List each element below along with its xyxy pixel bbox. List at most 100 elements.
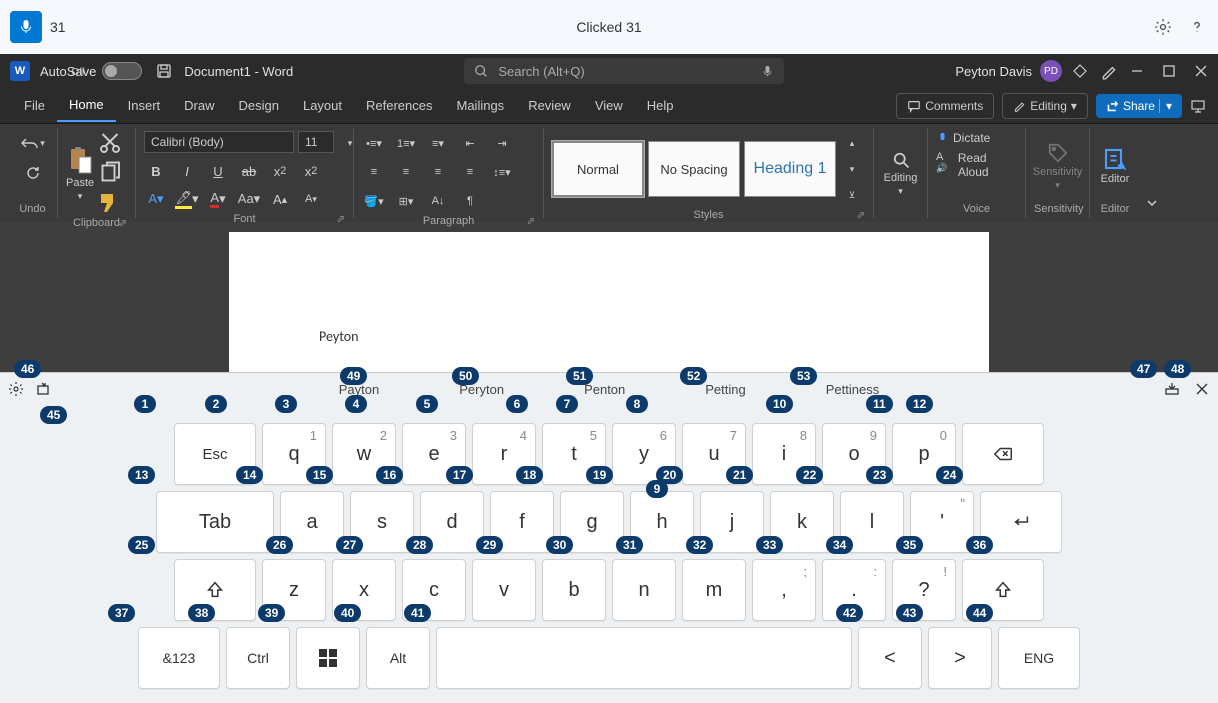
tab-insert[interactable]: Insert bbox=[116, 90, 173, 121]
cut-icon[interactable] bbox=[98, 131, 122, 155]
font-name-select[interactable] bbox=[144, 131, 294, 153]
key-question[interactable]: ?! bbox=[892, 559, 956, 621]
key-t[interactable]: t5 bbox=[542, 423, 606, 485]
key-d[interactable]: d bbox=[420, 491, 484, 553]
style-no-spacing[interactable]: No Spacing bbox=[648, 141, 740, 197]
tab-file[interactable]: File bbox=[12, 90, 57, 121]
italic-button[interactable]: I bbox=[175, 159, 199, 183]
key-ctrl[interactable]: Ctrl bbox=[226, 627, 290, 689]
editing-button[interactable]: Editing ▾ bbox=[882, 131, 919, 215]
text-effects-button[interactable]: A▾ bbox=[144, 187, 168, 211]
comments-button[interactable]: Comments bbox=[896, 93, 994, 119]
editor-button[interactable]: Editor bbox=[1098, 131, 1132, 201]
decrease-indent-button[interactable]: ⇤ bbox=[458, 131, 482, 155]
key-apostrophe[interactable]: '" bbox=[910, 491, 974, 553]
key-alt[interactable]: Alt bbox=[366, 627, 430, 689]
numbering-button[interactable]: 1≡▾ bbox=[394, 131, 418, 155]
dictate-button[interactable]: Dictate bbox=[936, 131, 990, 145]
share-button[interactable]: Share ▾ bbox=[1096, 94, 1182, 118]
key-l[interactable]: l bbox=[840, 491, 904, 553]
show-marks-button[interactable]: ¶ bbox=[458, 189, 482, 213]
tab-home[interactable]: Home bbox=[57, 89, 116, 122]
align-right-button[interactable]: ≡ bbox=[426, 160, 450, 184]
key-y[interactable]: y6 bbox=[612, 423, 676, 485]
microphone-button[interactable] bbox=[10, 11, 42, 43]
key-q[interactable]: q1 bbox=[262, 423, 326, 485]
autosave-toggle[interactable]: AutoSave Off bbox=[40, 62, 142, 80]
tab-draw[interactable]: Draw bbox=[172, 90, 226, 121]
format-painter-icon[interactable] bbox=[98, 191, 122, 215]
tab-review[interactable]: Review bbox=[516, 90, 583, 121]
bullets-button[interactable]: •≡▾ bbox=[362, 131, 386, 155]
underline-button[interactable]: U bbox=[206, 159, 230, 183]
key-z[interactable]: z bbox=[262, 559, 326, 621]
key-enter[interactable] bbox=[980, 491, 1062, 553]
suggestion-1[interactable]: Payton bbox=[339, 382, 379, 397]
bold-button[interactable]: B bbox=[144, 159, 168, 183]
font-color-button[interactable]: A▾ bbox=[206, 187, 230, 211]
pen-icon[interactable] bbox=[1100, 62, 1118, 80]
key-j[interactable]: j bbox=[700, 491, 764, 553]
strikethrough-button[interactable]: ab bbox=[237, 159, 261, 183]
suggestion-4[interactable]: Petting bbox=[705, 382, 745, 397]
read-aloud-button[interactable]: A🔊 Read Aloud bbox=[936, 151, 1017, 179]
suggestion-3[interactable]: Penton bbox=[584, 382, 625, 397]
key-left[interactable]: < bbox=[858, 627, 922, 689]
suggestion-5[interactable]: Pettiness bbox=[826, 382, 879, 397]
copy-icon[interactable] bbox=[98, 161, 122, 185]
help-icon[interactable] bbox=[1188, 18, 1206, 36]
key-u[interactable]: u7 bbox=[682, 423, 746, 485]
styles-up-button[interactable]: ▴ bbox=[840, 131, 864, 155]
save-icon[interactable] bbox=[156, 63, 172, 79]
justify-button[interactable]: ≡ bbox=[458, 160, 482, 184]
key-s[interactable]: s bbox=[350, 491, 414, 553]
key-shift-right[interactable] bbox=[962, 559, 1044, 621]
launcher-icon[interactable]: ⬀ bbox=[527, 216, 535, 227]
tab-design[interactable]: Design bbox=[227, 90, 291, 121]
sort-button[interactable]: A↓ bbox=[426, 189, 450, 213]
grow-font-button[interactable]: A▴ bbox=[268, 187, 292, 211]
paste-button[interactable]: Paste ▾ bbox=[66, 145, 94, 202]
key-x[interactable]: x bbox=[332, 559, 396, 621]
key-right[interactable]: > bbox=[928, 627, 992, 689]
user-account[interactable]: Peyton Davis PD bbox=[955, 60, 1062, 82]
key-lang[interactable]: ENG bbox=[998, 627, 1080, 689]
launcher-icon[interactable]: ⬀ bbox=[337, 214, 345, 225]
key-esc[interactable]: Esc bbox=[174, 423, 256, 485]
key-f[interactable]: f bbox=[490, 491, 554, 553]
settings-icon[interactable] bbox=[1154, 18, 1172, 36]
key-p[interactable]: p0 bbox=[892, 423, 956, 485]
editing-mode-button[interactable]: Editing ▾ bbox=[1002, 93, 1088, 119]
shrink-font-button[interactable]: A▾ bbox=[299, 187, 323, 211]
diamond-icon[interactable] bbox=[1072, 63, 1088, 79]
sensitivity-button[interactable]: Sensitivity ▾ bbox=[1034, 131, 1081, 201]
key-symbols[interactable]: &123 bbox=[138, 627, 220, 689]
subscript-button[interactable]: x2 bbox=[268, 159, 292, 183]
key-backspace[interactable] bbox=[962, 423, 1044, 485]
style-normal[interactable]: Normal bbox=[552, 141, 644, 197]
tab-view[interactable]: View bbox=[583, 90, 635, 121]
maximize-icon[interactable] bbox=[1162, 64, 1176, 78]
key-c[interactable]: c bbox=[402, 559, 466, 621]
multilevel-button[interactable]: ≡▾ bbox=[426, 131, 450, 155]
key-tab[interactable]: Tab bbox=[156, 491, 274, 553]
tab-layout[interactable]: Layout bbox=[291, 90, 354, 121]
key-e[interactable]: e3 bbox=[402, 423, 466, 485]
tab-help[interactable]: Help bbox=[635, 90, 686, 121]
change-case-button[interactable]: Aa▾ bbox=[237, 187, 261, 211]
search-mic-icon[interactable] bbox=[761, 65, 774, 78]
ribbon-collapse-button[interactable] bbox=[1140, 128, 1164, 218]
suggestion-2[interactable]: Peryton bbox=[459, 382, 504, 397]
key-windows[interactable] bbox=[296, 627, 360, 689]
key-k[interactable]: k bbox=[770, 491, 834, 553]
key-o[interactable]: o9 bbox=[822, 423, 886, 485]
highlight-button[interactable]: 🖊▾ bbox=[175, 187, 199, 211]
repeat-button[interactable] bbox=[21, 161, 45, 185]
key-i[interactable]: i8 bbox=[752, 423, 816, 485]
tab-mailings[interactable]: Mailings bbox=[445, 90, 517, 121]
key-h[interactable]: h bbox=[630, 491, 694, 553]
superscript-button[interactable]: x2 bbox=[299, 159, 323, 183]
key-w[interactable]: w2 bbox=[332, 423, 396, 485]
align-center-button[interactable]: ≡ bbox=[394, 160, 418, 184]
key-comma[interactable]: ,; bbox=[752, 559, 816, 621]
